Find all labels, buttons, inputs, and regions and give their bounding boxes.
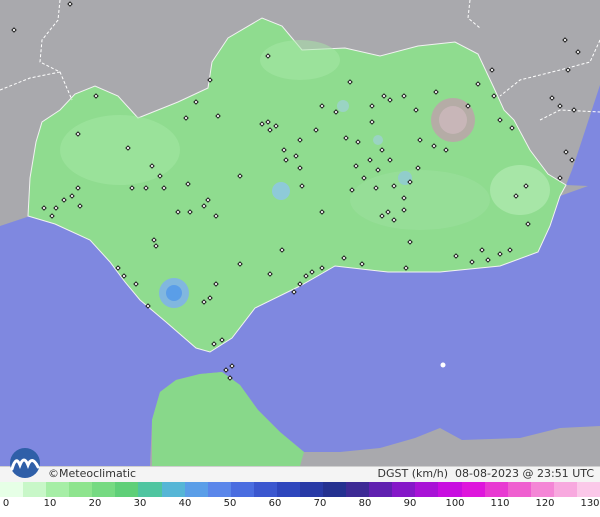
legend-tick-label: 40	[178, 498, 192, 509]
legend-tick-label: 80	[358, 498, 372, 509]
date-label: 08-08-2023	[455, 467, 519, 480]
legend-ticks: 0 10 20 30 40 50 60 70 80 90 100 110 120 130	[0, 497, 600, 517]
gust-spot	[166, 285, 182, 301]
legend-color-segment	[507, 482, 531, 497]
legend-tick-label: 70	[313, 498, 327, 509]
gust-spot	[373, 135, 383, 145]
legend-color-segment	[553, 482, 577, 497]
legend-color-segment	[23, 482, 47, 497]
legend-color-segment	[0, 482, 24, 497]
legend-color-segment	[484, 482, 508, 497]
at-symbol: @	[522, 467, 534, 480]
legend-tick-label: 90	[403, 498, 417, 509]
legend-color-segment	[300, 482, 324, 497]
island-dot	[440, 362, 446, 368]
legend-color-segment	[346, 482, 370, 497]
wind-gust-map	[0, 0, 600, 466]
lighter-patch	[60, 115, 180, 185]
map-stage: ©Meteoclimatic DGST (km/h) 08-08-2023 @ …	[0, 0, 600, 517]
time-label: 23:51	[536, 467, 569, 480]
gust-spot	[272, 182, 290, 200]
legend-color-segment	[530, 482, 554, 497]
legend-colorbar	[0, 482, 600, 497]
lighter-patch	[260, 40, 340, 80]
variable-name: DGST	[377, 467, 409, 480]
legend-color-segment	[92, 482, 116, 497]
lighter-patch	[350, 170, 490, 230]
legend-tick-label: 130	[580, 498, 600, 509]
legend-tick-label: 120	[535, 498, 555, 509]
legend-color-segment	[276, 482, 301, 497]
legend-tick-label: 10	[43, 498, 57, 509]
legend-color-segment	[230, 482, 254, 497]
legend-tick-label: 50	[223, 498, 237, 509]
legend-color-segment	[392, 482, 416, 497]
timezone-label: UTC	[572, 467, 594, 480]
copyright-symbol: ©	[48, 467, 59, 480]
legend-color-segment	[46, 482, 70, 497]
brand-name: Meteoclimatic	[59, 467, 137, 480]
legend-color-segment	[461, 482, 485, 497]
meteoclimatic-logo-icon	[10, 448, 40, 478]
legend-color-segment	[138, 482, 162, 497]
unit-label: (km/h)	[411, 467, 449, 480]
legend-tick-label: 60	[268, 498, 282, 509]
legend-tick-label: 0	[2, 498, 10, 509]
legend-color-segment	[207, 482, 231, 497]
legend-color-segment	[161, 482, 185, 497]
legend-color-segment	[69, 482, 93, 497]
map-caption: DGST (km/h) 08-08-2023 @ 23:51 UTC	[377, 467, 594, 480]
legend-tick-label: 30	[133, 498, 147, 509]
legend-color-segment	[184, 482, 208, 497]
legend-tick-label: 100	[445, 498, 465, 509]
legend-color-segment	[369, 482, 393, 497]
legend-tick-label: 20	[88, 498, 102, 509]
legend-color-segment	[576, 482, 600, 497]
grey-anomaly-core	[439, 106, 467, 134]
lighter-patch	[490, 165, 550, 215]
brand-label: ©Meteoclimatic	[48, 467, 136, 480]
legend-color-segment	[415, 482, 439, 497]
gust-spot	[337, 100, 349, 112]
legend-color-segment	[323, 482, 347, 497]
legend-color-segment	[253, 482, 277, 497]
legend-color-segment	[438, 482, 462, 497]
legend-color-segment	[115, 482, 139, 497]
legend-tick-label: 110	[490, 498, 510, 509]
